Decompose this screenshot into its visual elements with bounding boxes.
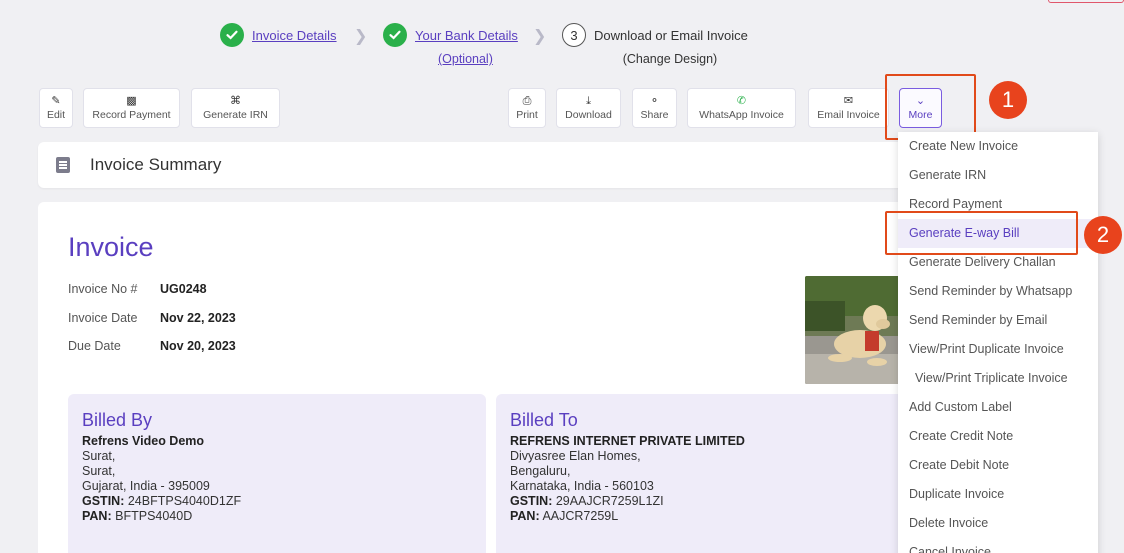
edit-button[interactable]: ✎ Edit [39,88,73,128]
billed-to-address-2: Bengaluru, [510,464,571,478]
document-icon [56,157,70,173]
download-icon: ⤓ [586,95,591,107]
change-design-link[interactable]: (Change Design) [623,52,718,66]
share-label: Share [640,109,669,121]
download-button[interactable]: ⤓ Download [556,88,621,128]
billed-to-heading: Billed To [510,410,578,430]
print-label: Print [516,109,538,121]
download-label: Download [565,109,612,121]
check-circle-icon [383,23,407,47]
record-payment-label: Record Payment [92,109,171,121]
highlight-box-more [885,74,976,140]
billed-by-heading: Billed By [82,410,153,430]
menu-item-add-custom-label[interactable]: Add Custom Label [898,393,1098,422]
billed-by-pan: PAN: BFTPS4040D [82,509,193,523]
menu-item-print-duplicate[interactable]: View/Print Duplicate Invoice [898,335,1098,364]
print-button[interactable]: ⎙ Print [508,88,546,128]
billed-by-address-1: Surat, [82,449,116,463]
invoice-date-label: Invoice Date [68,311,138,325]
money-icon: ▩ [126,95,137,107]
billed-to-pan: PAN: AAJCR7259L [510,509,619,523]
invoice-number-value: UG0248 [160,282,207,296]
printer-icon: ⎙ [522,95,532,107]
email-invoice-button[interactable]: ✉ Email Invoice [808,88,889,128]
billed-by-address-2: Surat, [82,464,116,478]
menu-item-duplicate-invoice[interactable]: Duplicate Invoice [898,480,1098,509]
menu-item-generate-irn[interactable]: Generate IRN [898,161,1098,190]
record-payment-button[interactable]: ▩ Record Payment [83,88,180,128]
billed-to-address-1: Divyasree Elan Homes, [510,449,641,463]
edit-label: Edit [46,109,66,121]
whatsapp-label: WhatsApp Invoice [699,109,784,121]
top-tab-edge [1048,0,1124,3]
share-button[interactable]: ⚬ Share [632,88,677,128]
due-date-label: Due Date [68,339,121,353]
billed-by-gstin: GSTIN: 24BFTPS4040D1ZF [82,494,242,508]
generate-irn-label: Generate IRN [203,109,268,121]
menu-item-print-triplicate[interactable]: View/Print Triplicate Invoice [898,364,1098,393]
pencil-icon: ✎ [51,95,61,107]
invoice-number-row: Invoice No # UG0248 [68,282,207,296]
invoice-date-value: Nov 22, 2023 [160,311,236,325]
menu-item-send-reminder-email[interactable]: Send Reminder by Email [898,306,1098,335]
step-download-email[interactable]: 3 Download or Email Invoice (Change Desi… [562,22,748,66]
invoice-summary-title: Invoice Summary [90,155,222,174]
invoice-summary-bar[interactable]: Invoice Summary [38,142,918,188]
step-download-label: Download or Email Invoice [594,27,748,43]
step-bank-details-link[interactable]: Your Bank Details [415,28,518,43]
due-date-value: Nov 20, 2023 [160,339,236,353]
billed-by-name: Refrens Video Demo [82,434,205,448]
whatsapp-icon: ✆ [736,95,747,107]
menu-item-create-debit-note[interactable]: Create Debit Note [898,451,1098,480]
billed-to-address-3: Karnataka, India - 560103 [510,479,654,493]
qr-icon: ⌘ [230,95,241,107]
billed-by-card: Billed By Refrens Video Demo Surat, Sura… [68,394,486,553]
highlight-box-eway-bill [885,211,1078,255]
invoice-number-label: Invoice No # [68,282,138,296]
chevron-right-icon: ❯ [533,28,547,45]
more-dropdown-menu: Create New Invoice Generate IRN Record P… [898,132,1098,553]
step-badge-2: 2 [1084,216,1122,254]
progress-stepper: Invoice Details ❯ Your Bank Details (Opt… [0,22,1124,74]
menu-item-cancel-invoice[interactable]: Cancel Invoice [898,538,1098,553]
share-icon: ⚬ [649,95,660,107]
menu-item-delete-invoice[interactable]: Delete Invoice [898,509,1098,538]
menu-item-create-credit-note[interactable]: Create Credit Note [898,422,1098,451]
step-bank-details[interactable]: Your Bank Details (Optional) [383,22,518,66]
business-logo-image [805,276,900,384]
step-badge-1: 1 [989,81,1027,119]
billed-by-address-3: Gujarat, India - 395009 [82,479,210,493]
step-number: 3 [562,23,586,47]
invoice-date-row: Invoice Date Nov 22, 2023 [68,311,236,325]
step-invoice-details-link[interactable]: Invoice Details [252,28,337,43]
invoice-title: Invoice [68,232,154,262]
step-bank-optional[interactable]: (Optional) [438,52,493,66]
due-date-row: Due Date Nov 20, 2023 [68,339,236,353]
whatsapp-invoice-button[interactable]: ✆ WhatsApp Invoice [687,88,796,128]
check-circle-icon [220,23,244,47]
envelope-icon: ✉ [843,95,854,107]
generate-irn-button[interactable]: ⌘ Generate IRN [191,88,280,128]
menu-item-send-reminder-whatsapp[interactable]: Send Reminder by Whatsapp [898,277,1098,306]
billed-to-gstin: GSTIN: 29AAJCR7259L1ZI [510,494,664,508]
email-label: Email Invoice [817,109,880,121]
chevron-right-icon: ❯ [354,28,368,45]
billed-to-name: REFRENS INTERNET PRIVATE LIMITED [510,434,745,448]
billed-to-card: Billed To REFRENS INTERNET PRIVATE LIMIT… [496,394,914,553]
step-invoice-details[interactable]: Invoice Details [220,22,337,48]
menu-item-create-new-invoice[interactable]: Create New Invoice [898,132,1098,161]
